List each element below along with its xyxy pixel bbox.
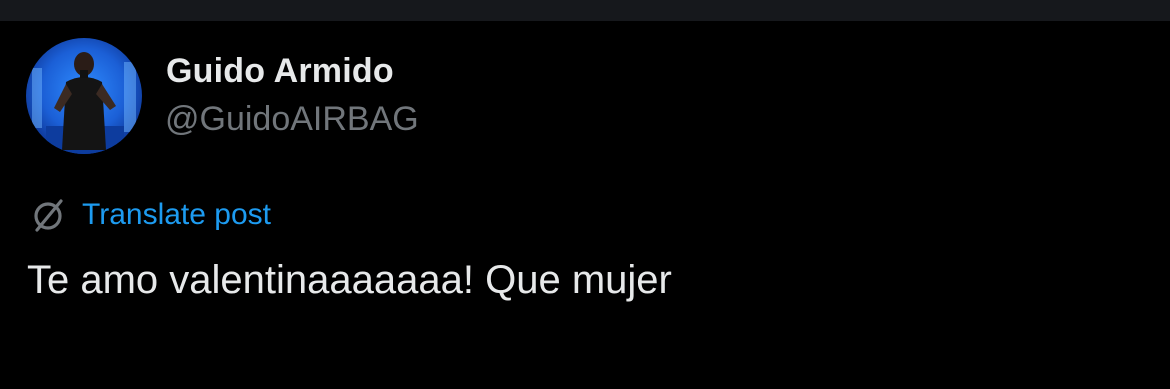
avatar-image [26, 38, 142, 154]
author-handle[interactable]: @GuidoAIRBAG [165, 100, 419, 139]
translate-post-button[interactable]: Translate post [28, 195, 271, 235]
author-display-name[interactable]: Guido Armido [166, 52, 394, 91]
avatar[interactable] [26, 38, 142, 154]
translate-post-label: Translate post [82, 198, 271, 231]
post-text: Te amo valentinaaaaaaa! Que mujer [27, 258, 672, 302]
top-bar [0, 0, 1170, 21]
translate-slash-icon [28, 195, 68, 235]
